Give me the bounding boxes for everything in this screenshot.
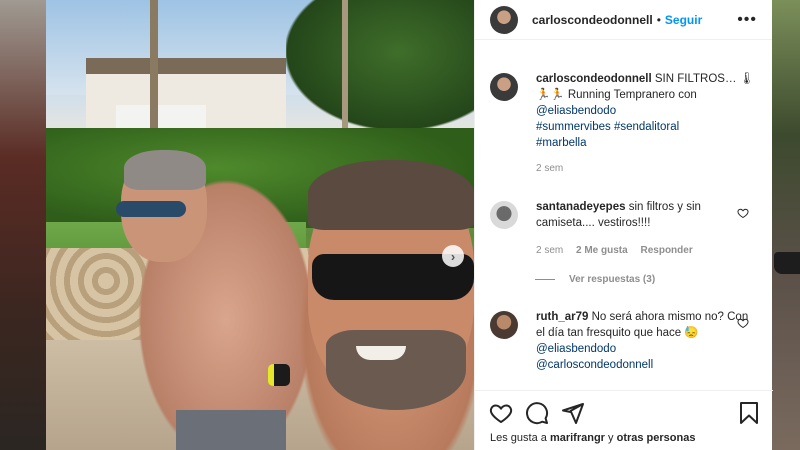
caption-entry: carloscondeodonnell SIN FILTROS… 🌡 🏃🏃 Ru… — [490, 71, 756, 177]
caption-username[interactable]: carloscondeodonnell — [536, 73, 652, 85]
chevron-right-icon: › — [450, 248, 456, 264]
likes-prefix: Les gusta a — [490, 432, 547, 444]
caption-text-line2: 🏃🏃 Running Tempranero con — [536, 89, 697, 101]
comment-likes[interactable]: 2 Me gusta — [576, 245, 628, 256]
comments-list[interactable]: carloscondeodonnell SIN FILTROS… 🌡 🏃🏃 Ru… — [475, 41, 773, 389]
post-header: carloscondeodonnell • Seguir ••• — [475, 0, 772, 40]
background-sunglasses — [774, 252, 800, 274]
comment-mention[interactable]: @carloscondeodonnell — [536, 359, 653, 371]
comment-username[interactable]: santanadeyepes — [536, 201, 626, 213]
more-options-icon[interactable]: ••• — [737, 11, 757, 29]
comment-username[interactable]: ruth_ar79 — [536, 311, 588, 323]
caption-hashtag-marbella[interactable]: #marbella — [536, 137, 587, 149]
share-icon[interactable] — [561, 401, 585, 425]
likes-others[interactable]: otras personas — [617, 432, 696, 444]
comment-mention[interactable]: @eliasbendodo — [536, 343, 616, 355]
background-post-right — [772, 0, 800, 450]
author-avatar[interactable] — [490, 5, 518, 34]
post-actions: Les gusta a marifrangr y otras personas — [475, 390, 773, 450]
comment-icon[interactable] — [525, 401, 549, 425]
view-replies-button[interactable]: Ver respuestas (3) — [535, 274, 655, 285]
caption-hashtags[interactable]: #summervibes #sendalitoral — [536, 121, 679, 133]
author-avatar[interactable] — [490, 73, 518, 101]
heart-icon[interactable] — [737, 207, 749, 219]
comment-item: ruth_ar79 No será ahora mismo no? Con el… — [490, 309, 756, 373]
author-username[interactable]: carloscondeodonnell — [532, 13, 653, 27]
caption-mention[interactable]: @eliasbendodo — [536, 105, 616, 117]
bookmark-icon[interactable] — [737, 401, 761, 425]
caption-text: SIN FILTROS… 🌡 — [654, 73, 755, 85]
separator-dot: • — [656, 12, 661, 27]
likes-connector: y — [608, 432, 614, 444]
likes-user[interactable]: marifrangr — [550, 432, 605, 444]
heart-icon[interactable] — [737, 317, 749, 329]
commenter-avatar[interactable] — [490, 201, 518, 229]
commenter-avatar[interactable] — [490, 311, 518, 339]
post-photo — [46, 0, 474, 450]
caption-time: 2 sem — [536, 163, 564, 174]
post-sidebar: carloscondeodonnell • Seguir ••• carlosc… — [474, 0, 773, 450]
comment-item: santanadeyepes sin filtros y sin camiset… — [490, 199, 756, 259]
heart-icon[interactable] — [489, 401, 513, 425]
view-replies-label: Ver respuestas (3) — [569, 274, 656, 285]
next-media-button[interactable]: › — [442, 245, 464, 267]
reply-button[interactable]: Responder — [640, 245, 692, 256]
background-post-left — [0, 0, 46, 450]
comment-time: 2 sem — [536, 245, 564, 256]
likes-summary: Les gusta a marifrangr y otras personas — [490, 432, 695, 444]
follow-button[interactable]: Seguir — [665, 13, 702, 27]
